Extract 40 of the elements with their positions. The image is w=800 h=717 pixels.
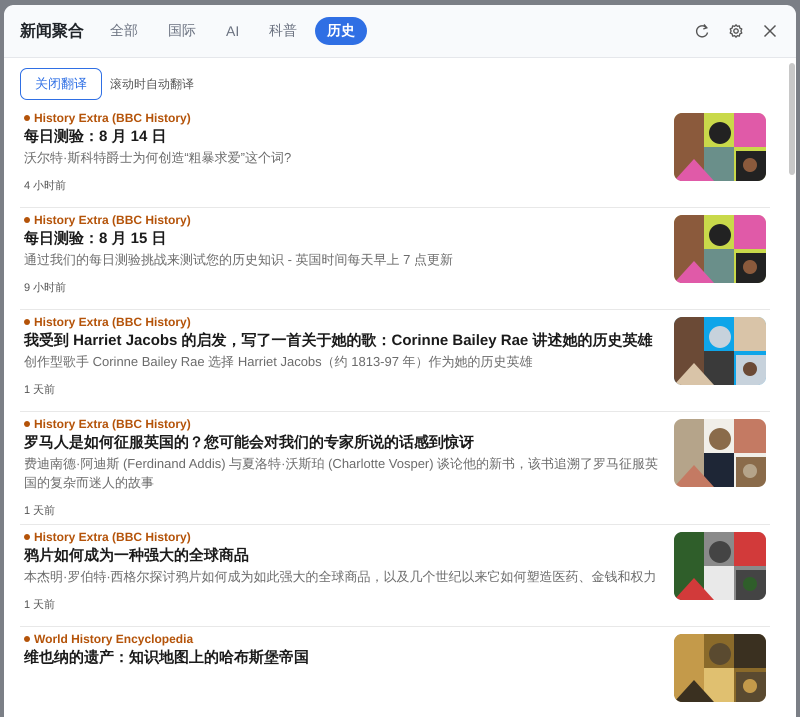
source-dot: [24, 421, 30, 427]
source-name[interactable]: History Extra (BBC History): [34, 417, 191, 431]
article-summary: 创作型歌手 Corinne Bailey Rae 选择 Harriet Jacobs（约 1813-97 年）作为她的历史英雄: [24, 353, 534, 371]
close-translation-button[interactable]: 关闭翻译: [20, 68, 102, 100]
category-tab[interactable]: 历史: [315, 17, 368, 45]
article-title[interactable]: 罗马人是如何征服英国的？您可能会对我们的专家所说的话感到惊讶: [24, 433, 664, 452]
article-time: 4 小时前: [24, 178, 68, 193]
article-summary: 沃尔特·斯科特爵士为何创造“粗暴求爱”这个词?: [24, 149, 292, 167]
source-dot: [24, 534, 30, 540]
article-title[interactable]: 每日测验：8 月 14 日: [24, 127, 664, 146]
source-name[interactable]: History Extra (BBC History): [34, 111, 191, 125]
article-time: 1 天前: [24, 382, 56, 397]
article-time: 9 小时前: [24, 280, 68, 295]
category-tab[interactable]: 科普: [257, 17, 310, 45]
article-summary: 本杰明·罗伯特·西格尔探讨鸦片如何成为如此强大的全球商品，以及几个世纪以来它如何塑造医药、金钱和权力: [24, 568, 658, 586]
article-title[interactable]: 维也纳的遗产：知识地图上的哈布斯堡帝国: [24, 648, 664, 667]
article-time: 1 天前: [24, 598, 56, 612]
category-tab[interactable]: AI: [214, 17, 252, 45]
settings-icon[interactable]: [728, 23, 744, 39]
article-title[interactable]: 我受到 Harriet Jacobs 的启发，写了一首关于她的歌：Corinne Bailey Rae 讲述她的历史英雄: [24, 331, 664, 350]
app-title: 新闻聚合: [20, 21, 84, 42]
article-summary: 费迪南德·阿迪斯 (Ferdinand Addis) 与夏洛特·沃斯珀 (Charlotte Vosper) 谈论他的新书，该书追溯了罗马征服英国的复杂而迷人的故事: [24, 455, 660, 492]
scrollbar[interactable]: [789, 63, 795, 175]
source-name[interactable]: History Extra (BBC History): [34, 213, 191, 227]
article-title[interactable]: 鸦片如何成为一种强大的全球商品: [24, 546, 664, 565]
source-name[interactable]: World History Encyclopedia: [34, 632, 194, 646]
source-dot: [24, 115, 30, 121]
refresh-icon[interactable]: [694, 23, 710, 39]
source-dot: [24, 319, 30, 325]
close-icon[interactable]: [762, 23, 778, 39]
article-time: 1 天前: [24, 504, 56, 518]
source-dot: [24, 217, 30, 223]
auto-translate-hint: 滚动时自动翻译: [110, 76, 194, 92]
category-tab[interactable]: 全部: [98, 17, 150, 45]
source-dot: [24, 636, 30, 642]
article-title[interactable]: 每日测验：8 月 15 日: [24, 229, 664, 248]
source-name[interactable]: History Extra (BBC History): [34, 530, 191, 544]
article-summary: 通过我们的每日测验挑战来测试您的历史知识 - 英国时间每天早上 7 点更新: [24, 251, 454, 269]
category-tab[interactable]: 国际: [156, 17, 208, 45]
source-name[interactable]: History Extra (BBC History): [34, 315, 191, 329]
